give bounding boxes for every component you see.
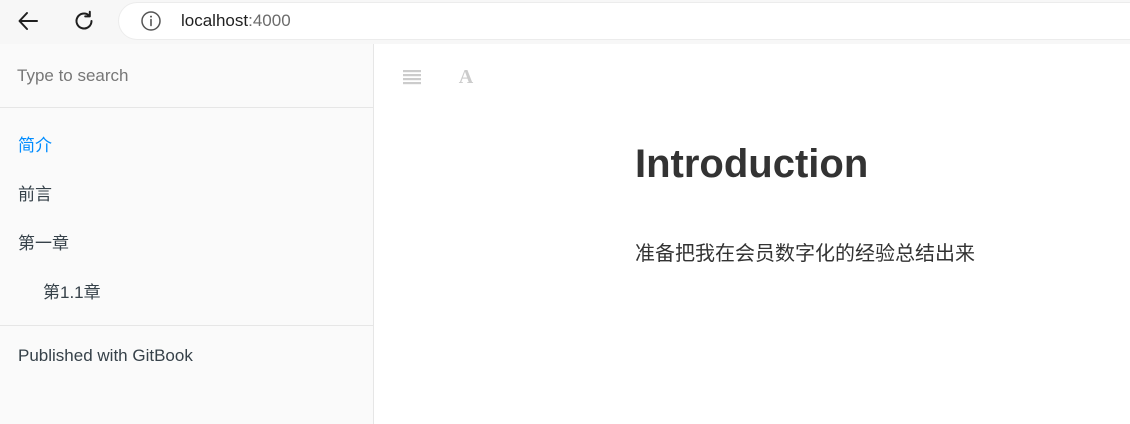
- search-input[interactable]: [0, 44, 373, 107]
- font-settings-button[interactable]: A: [451, 62, 481, 92]
- published-with-gitbook-link[interactable]: Published with GitBook: [18, 346, 193, 366]
- book-search: [0, 44, 373, 108]
- book-summary: 简介 前言 第一章 第1.1章: [0, 121, 373, 317]
- reload-button[interactable]: [67, 4, 101, 38]
- reload-icon: [75, 10, 93, 30]
- summary-item-preface[interactable]: 前言: [0, 170, 373, 219]
- book-sidebar: 简介 前言 第一章 第1.1章 Published with GitBook: [0, 44, 374, 424]
- summary-divider: [0, 325, 373, 326]
- page-title: Introduction: [635, 142, 869, 186]
- back-arrow-icon: [18, 12, 38, 30]
- toggle-sidebar-button[interactable]: [397, 62, 427, 92]
- browser-toolbar: localhost:4000: [0, 0, 1130, 44]
- url-host: localhost: [181, 11, 249, 30]
- back-button[interactable]: [11, 4, 45, 38]
- summary-item-chapter-1[interactable]: 第一章: [0, 219, 373, 268]
- font-settings-icon: A: [458, 65, 474, 88]
- page-paragraph: 准备把我在会员数字化的经验总结出来: [635, 243, 975, 265]
- address-bar[interactable]: localhost:4000: [119, 3, 1130, 39]
- url-port: :4000: [248, 11, 291, 30]
- info-icon[interactable]: [140, 10, 162, 32]
- book-body: A Introduction 准备把我在会员数字化的经验总结出来: [375, 44, 1130, 424]
- list-icon: [403, 70, 421, 85]
- summary-item-introduction[interactable]: 简介: [0, 121, 373, 170]
- url-text[interactable]: localhost:4000: [181, 11, 291, 31]
- summary-item-chapter-1-1[interactable]: 第1.1章: [0, 268, 373, 317]
